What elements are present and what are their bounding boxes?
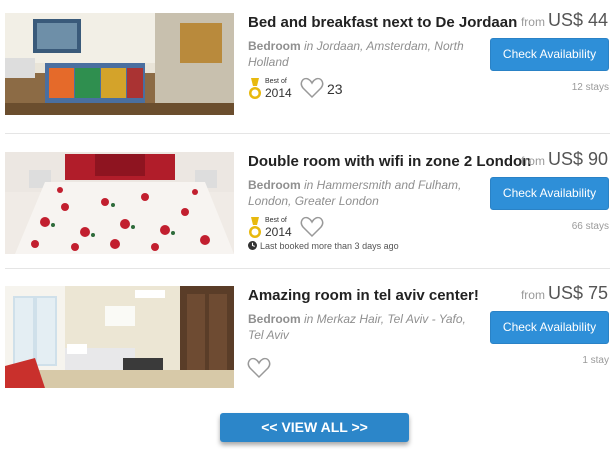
listing-card: Double room with wifi in zone 2 London B… — [0, 139, 616, 267]
clock-icon — [248, 241, 257, 250]
stays-count: 66 stays — [571, 221, 609, 232]
badge-year: 2014 — [265, 225, 292, 239]
price-amount: US$ 44 — [547, 10, 608, 30]
view-all-button[interactable]: << VIEW ALL >> — [220, 413, 409, 442]
price-amount: US$ 75 — [547, 283, 608, 303]
listing-title[interactable]: Amazing room in tel aviv center! — [248, 287, 498, 304]
last-booked-note: Last booked more than 3 days ago — [248, 241, 399, 251]
price-from-label: from — [520, 288, 545, 302]
badge-year: 2014 — [265, 86, 292, 100]
last-booked-text: Last booked more than 3 days ago — [260, 241, 399, 251]
divider — [5, 133, 610, 134]
likes-count: 23 — [327, 81, 343, 97]
listing-photo[interactable] — [5, 13, 234, 115]
listing-price: from US$ 75 — [521, 283, 608, 304]
listing-card: Amazing room in tel aviv center! Bedroom… — [0, 273, 616, 401]
check-availability-button[interactable]: Check Availability — [490, 311, 609, 344]
price-from-label: from — [520, 154, 545, 168]
medal-icon — [249, 78, 261, 99]
listing-title[interactable]: Bed and breakfast next to De Jordaan — [248, 14, 517, 31]
listing-price: from US$ 90 — [521, 149, 608, 170]
badge-label: Best of — [265, 78, 287, 85]
best-of-badge: Best of 2014 — [248, 78, 296, 102]
heart-icon[interactable] — [247, 357, 271, 379]
room-type: Bedroom — [248, 39, 301, 53]
price-from-label: from — [520, 15, 545, 29]
listing-card: Bed and breakfast next to De Jordaan Bed… — [0, 0, 616, 128]
listing-title[interactable]: Double room with wifi in zone 2 London — [248, 153, 531, 170]
listing-price: from US$ 44 — [521, 10, 608, 31]
divider — [5, 268, 610, 269]
price-amount: US$ 90 — [547, 149, 608, 169]
room-type: Bedroom — [248, 178, 301, 192]
listing-photo[interactable] — [5, 152, 234, 254]
check-availability-button[interactable]: Check Availability — [490, 177, 609, 210]
listing-photo[interactable] — [5, 286, 234, 388]
room-type: Bedroom — [248, 312, 301, 326]
listing-location: Bedroom in Jordaan, Amsterdam, North Hol… — [248, 38, 478, 70]
heart-icon[interactable] — [300, 77, 324, 99]
best-of-badge: Best of 2014 — [248, 217, 296, 241]
medal-icon — [249, 217, 261, 238]
stays-count: 12 stays — [571, 82, 609, 93]
listing-location: Bedroom in Hammersmith and Fulham, Londo… — [248, 177, 478, 209]
heart-icon[interactable] — [300, 216, 324, 238]
listing-location: Bedroom in Merkaz Hair, Tel Aviv - Yafo,… — [248, 311, 478, 343]
stays-count: 1 stay — [582, 355, 609, 366]
check-availability-button[interactable]: Check Availability — [490, 38, 609, 71]
badge-label: Best of — [265, 217, 287, 224]
